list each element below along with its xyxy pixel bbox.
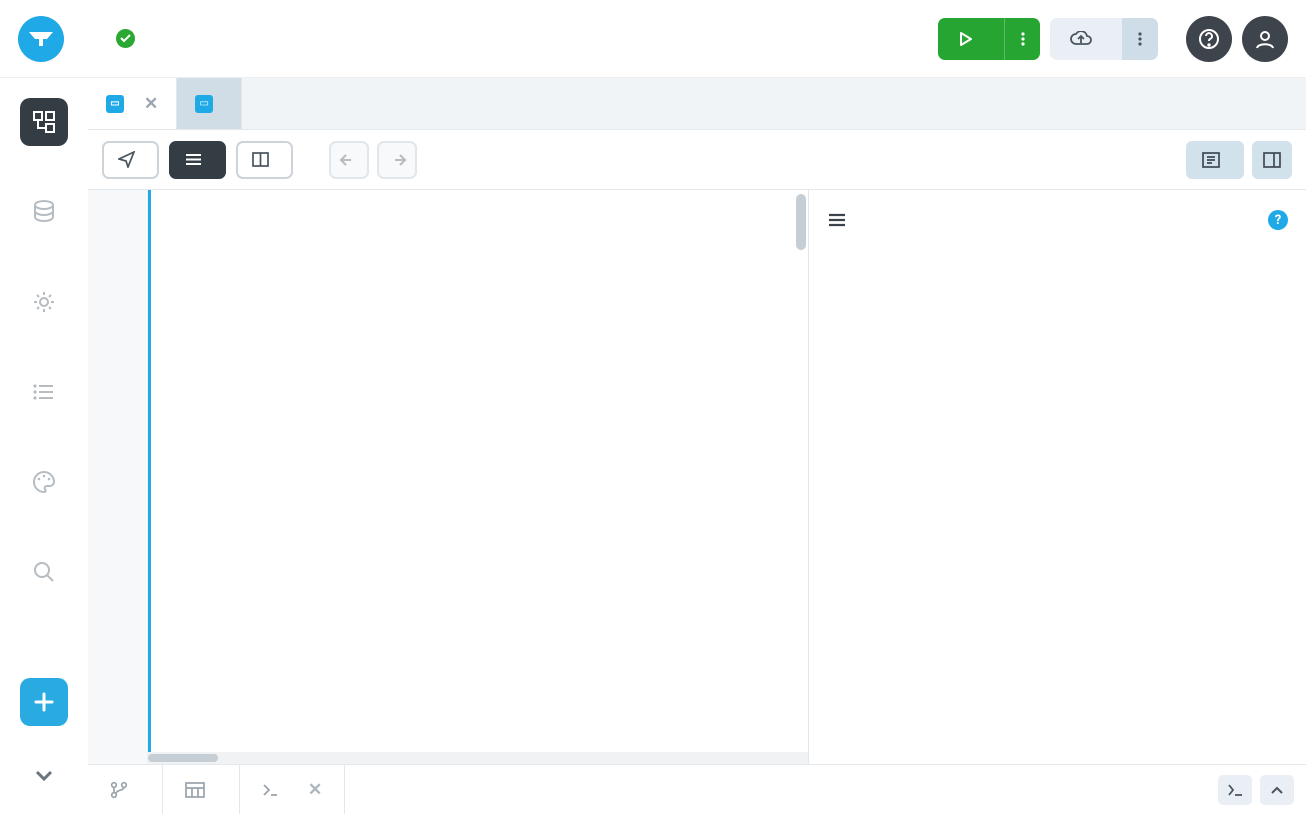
console-tab[interactable]: ✕ bbox=[240, 765, 345, 814]
run-menu-button[interactable] bbox=[1004, 18, 1040, 60]
rail-search[interactable] bbox=[20, 548, 68, 596]
rail-settings[interactable] bbox=[20, 278, 68, 326]
user-icon bbox=[1254, 28, 1276, 50]
toggle-side-panel[interactable] bbox=[1252, 141, 1292, 179]
editor-gutter bbox=[88, 190, 148, 764]
close-icon[interactable]: ✕ bbox=[308, 780, 322, 800]
use-custom-component-button[interactable] bbox=[1186, 141, 1244, 179]
form-icon: ▭ bbox=[106, 95, 124, 113]
paperplane-icon bbox=[118, 151, 135, 168]
rail-app-browser[interactable] bbox=[20, 98, 68, 146]
sync-ok-icon bbox=[116, 29, 135, 48]
redo-button[interactable] bbox=[377, 141, 417, 179]
editor-hscrollbar[interactable] bbox=[148, 752, 808, 764]
search-icon bbox=[31, 559, 57, 585]
rail-collapse[interactable] bbox=[30, 762, 58, 790]
tab-strip: ▭ ✕ ▭ bbox=[88, 78, 1306, 130]
terminal-icon bbox=[1227, 784, 1243, 796]
tree-icon bbox=[31, 109, 57, 135]
code-editor[interactable] bbox=[88, 190, 808, 764]
undo-button[interactable] bbox=[329, 141, 369, 179]
account-button[interactable] bbox=[1242, 16, 1288, 62]
cloud-icon bbox=[1070, 31, 1092, 47]
run-button-group bbox=[938, 18, 1040, 60]
tab-homepage[interactable]: ▭ bbox=[177, 78, 242, 129]
snippets-icon bbox=[827, 212, 847, 228]
vdots-icon bbox=[1138, 32, 1142, 46]
tasks-icon bbox=[185, 782, 205, 798]
rail-theme[interactable] bbox=[20, 458, 68, 506]
close-icon[interactable]: ✕ bbox=[144, 94, 158, 114]
chevron-up-icon bbox=[1270, 785, 1284, 795]
help-button[interactable] bbox=[1186, 16, 1232, 62]
top-bar bbox=[0, 0, 1306, 78]
plus-icon bbox=[33, 691, 55, 713]
snippets-header: ? bbox=[809, 190, 1306, 244]
anvil-icon bbox=[27, 30, 55, 48]
undo-redo-group bbox=[329, 141, 417, 179]
redo-icon bbox=[387, 152, 407, 168]
version-history-tab[interactable] bbox=[88, 765, 163, 814]
list-icon bbox=[31, 379, 57, 405]
split-mode-button[interactable] bbox=[236, 141, 293, 179]
play-icon bbox=[958, 31, 974, 47]
snippets-panel: ? bbox=[808, 190, 1306, 764]
help-icon bbox=[1198, 28, 1220, 50]
tab-articleedit[interactable]: ▭ ✕ bbox=[88, 78, 177, 129]
gear-icon bbox=[31, 289, 57, 315]
breadcrumb bbox=[88, 29, 135, 48]
split-icon bbox=[252, 152, 269, 167]
rail-outline[interactable] bbox=[20, 368, 68, 416]
panel-icon bbox=[1263, 152, 1281, 168]
run-button[interactable] bbox=[938, 18, 1004, 60]
left-rail bbox=[0, 78, 88, 768]
publish-button-group bbox=[1050, 18, 1158, 60]
snippets-link-row bbox=[809, 250, 1306, 272]
publish-button[interactable] bbox=[1050, 18, 1122, 60]
footer-terminal-button[interactable] bbox=[1218, 775, 1252, 805]
rail-add[interactable] bbox=[20, 678, 68, 726]
chevron-down-icon bbox=[35, 770, 53, 782]
main-area: ? bbox=[88, 190, 1306, 764]
form-icon: ▭ bbox=[195, 95, 213, 113]
palette-icon bbox=[31, 469, 57, 495]
publish-menu-button[interactable] bbox=[1122, 18, 1158, 60]
editor-vscrollbar[interactable] bbox=[796, 194, 806, 250]
code-mode-button[interactable] bbox=[169, 141, 226, 179]
background-tasks-tab[interactable] bbox=[163, 765, 240, 814]
undo-icon bbox=[339, 152, 359, 168]
anvil-logo[interactable] bbox=[18, 16, 64, 62]
database-icon bbox=[31, 199, 57, 225]
design-mode-button[interactable] bbox=[102, 141, 159, 179]
rail-data[interactable] bbox=[20, 188, 68, 236]
editor-code[interactable] bbox=[148, 190, 808, 764]
console-icon bbox=[262, 783, 278, 797]
branch-icon bbox=[110, 781, 128, 799]
bottom-bar: ✕ bbox=[88, 764, 1306, 814]
vdots-icon bbox=[1021, 32, 1025, 46]
hscroll-thumb[interactable] bbox=[148, 754, 218, 762]
lines-icon bbox=[185, 153, 202, 166]
component-icon bbox=[1202, 152, 1220, 168]
editor-toolbar bbox=[88, 130, 1306, 190]
snippets-help-icon[interactable]: ? bbox=[1268, 210, 1288, 230]
footer-expand-button[interactable] bbox=[1260, 775, 1294, 805]
